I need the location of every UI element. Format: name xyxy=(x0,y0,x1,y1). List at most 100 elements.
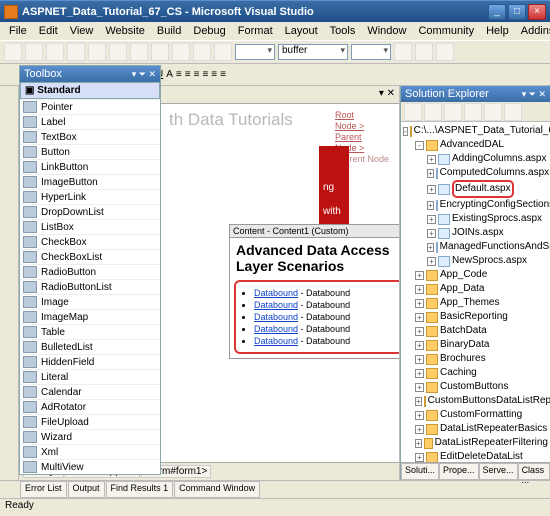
nav-link[interactable]: Parent xyxy=(335,132,389,143)
align-button[interactable]: ≡ xyxy=(185,69,191,80)
tree-item[interactable]: +CustomFormatting xyxy=(403,408,548,422)
toolbox-item[interactable]: HyperLink xyxy=(20,189,160,204)
toolbox-item[interactable]: AdRotator xyxy=(20,399,160,414)
tree-item[interactable]: +CustomButtonsDataListRepeater xyxy=(403,394,548,408)
expand-icon[interactable]: + xyxy=(415,439,422,448)
menu-format[interactable]: Format xyxy=(233,24,278,38)
expand-icon[interactable]: + xyxy=(415,397,422,406)
tree-item[interactable]: -AdvancedDAL xyxy=(403,138,548,152)
toolbar-button[interactable] xyxy=(4,43,22,61)
toolbar-button[interactable] xyxy=(214,43,232,61)
toolbar-button[interactable] xyxy=(436,43,454,61)
toolbox-item[interactable]: Image xyxy=(20,294,160,309)
tree-item[interactable]: +Caching xyxy=(403,366,548,380)
list-button[interactable]: ≡ xyxy=(211,69,217,80)
expand-icon[interactable]: + xyxy=(415,411,424,420)
solution-tb-button[interactable] xyxy=(484,103,502,121)
expand-icon[interactable]: + xyxy=(427,185,436,194)
toolbox-item[interactable]: FileUpload xyxy=(20,414,160,429)
toolbox-item[interactable]: Wizard xyxy=(20,429,160,444)
toolbox-item[interactable]: DropDownList xyxy=(20,204,160,219)
toolbox-item[interactable]: MultiView xyxy=(20,459,160,474)
expand-icon[interactable]: + xyxy=(415,355,424,364)
menu-view[interactable]: View xyxy=(65,24,99,38)
toolbar-button[interactable] xyxy=(130,43,148,61)
toolbox-header[interactable]: Toolbox ▾ ⏷ ✕ xyxy=(20,66,160,82)
nav-link[interactable]: Root xyxy=(335,110,389,121)
solution-tb-button[interactable] xyxy=(444,103,462,121)
menu-website[interactable]: Website xyxy=(100,24,150,38)
tree-item[interactable]: +EditDeleteDataList xyxy=(403,450,548,462)
menu-community[interactable]: Community xyxy=(413,24,479,38)
tree-item[interactable]: +DataListRepeaterFiltering xyxy=(403,436,548,450)
menu-build[interactable]: Build xyxy=(152,24,186,38)
tree-item[interactable]: +App_Themes xyxy=(403,296,548,310)
tab-server[interactable]: Serve... xyxy=(479,463,518,480)
expand-icon[interactable]: + xyxy=(415,383,424,392)
minimize-button[interactable]: _ xyxy=(488,4,506,20)
expand-icon[interactable]: + xyxy=(415,425,424,434)
toolbox-item[interactable]: BulletedList xyxy=(20,339,160,354)
expand-icon[interactable]: + xyxy=(415,299,424,308)
tree-item[interactable]: +ManagedFunctionsAndSprocs.aspx xyxy=(403,240,548,254)
tab-properties[interactable]: Prope... xyxy=(439,463,479,480)
tree-item[interactable]: +JOINs.aspx xyxy=(403,226,548,240)
toolbar-button[interactable] xyxy=(193,43,211,61)
toolbox-item[interactable]: ImageMap xyxy=(20,309,160,324)
platform-combo[interactable] xyxy=(351,44,391,60)
databound-link[interactable]: Databound xyxy=(254,288,298,298)
toolbox-item[interactable]: Xml xyxy=(20,444,160,459)
expand-icon[interactable]: + xyxy=(427,257,436,266)
expand-icon[interactable]: + xyxy=(415,313,424,322)
expand-icon[interactable]: - xyxy=(415,141,424,150)
toolbox-item[interactable]: Label xyxy=(20,114,160,129)
maximize-button[interactable]: □ xyxy=(508,4,526,20)
config-combo[interactable] xyxy=(235,44,275,60)
toolbar-button[interactable] xyxy=(46,43,64,61)
expand-icon[interactable]: + xyxy=(427,243,434,252)
toolbar-button[interactable] xyxy=(172,43,190,61)
menu-window[interactable]: Window xyxy=(362,24,411,38)
expand-icon[interactable]: + xyxy=(415,271,424,280)
tree-item[interactable]: +App_Code xyxy=(403,268,548,282)
menu-edit[interactable]: Edit xyxy=(34,24,63,38)
tree-item[interactable]: +NewSprocs.aspx xyxy=(403,254,548,268)
menu-layout[interactable]: Layout xyxy=(280,24,323,38)
toolbox-item[interactable]: CheckBoxList xyxy=(20,249,160,264)
align-button[interactable]: ≡ xyxy=(194,69,200,80)
expand-icon[interactable]: + xyxy=(427,229,436,238)
tree-item[interactable]: +Brochures xyxy=(403,352,548,366)
expand-icon[interactable]: - xyxy=(403,127,408,136)
toolbox-item[interactable]: Button xyxy=(20,144,160,159)
tree-item[interactable]: +BatchData xyxy=(403,324,548,338)
menu-file[interactable]: File xyxy=(4,24,32,38)
toolbox-item[interactable]: TextBox xyxy=(20,129,160,144)
toolbox-item[interactable]: RadioButton xyxy=(20,264,160,279)
align-button[interactable]: ≡ xyxy=(176,69,182,80)
solution-controls[interactable]: ▾ ⏷ ✕ xyxy=(522,89,546,100)
toolbox-item[interactable]: HiddenField xyxy=(20,354,160,369)
tab-find-results[interactable]: Find Results 1 xyxy=(106,481,174,498)
tree-item[interactable]: +BinaryData xyxy=(403,338,548,352)
toolbar-button[interactable] xyxy=(394,43,412,61)
toolbox-controls[interactable]: ▾ ⏷ ✕ xyxy=(132,69,156,80)
toolbox-item[interactable]: LinkButton xyxy=(20,159,160,174)
menu-debug[interactable]: Debug xyxy=(188,24,230,38)
tree-item[interactable]: +EncryptingConfigSections.aspx xyxy=(403,198,548,212)
tree-item[interactable]: +DataListRepeaterBasics xyxy=(403,422,548,436)
menu-addins[interactable]: Addins xyxy=(516,24,550,38)
menu-tools[interactable]: Tools xyxy=(325,24,361,38)
tree-item[interactable]: +ExistingSprocs.aspx xyxy=(403,212,548,226)
toolbar-button[interactable] xyxy=(151,43,169,61)
toolbar-button[interactable] xyxy=(109,43,127,61)
solution-tb-button[interactable] xyxy=(404,103,422,121)
tab-output[interactable]: Output xyxy=(68,481,105,498)
expand-icon[interactable]: + xyxy=(427,169,434,178)
tab-error-list[interactable]: Error List xyxy=(20,481,67,498)
expand-icon[interactable]: + xyxy=(427,215,436,224)
toolbar-button[interactable] xyxy=(67,43,85,61)
databound-link[interactable]: Databound xyxy=(254,300,298,310)
expand-icon[interactable]: + xyxy=(415,453,424,462)
toolbar-button[interactable] xyxy=(88,43,106,61)
toolbox-item[interactable]: Calendar xyxy=(20,384,160,399)
